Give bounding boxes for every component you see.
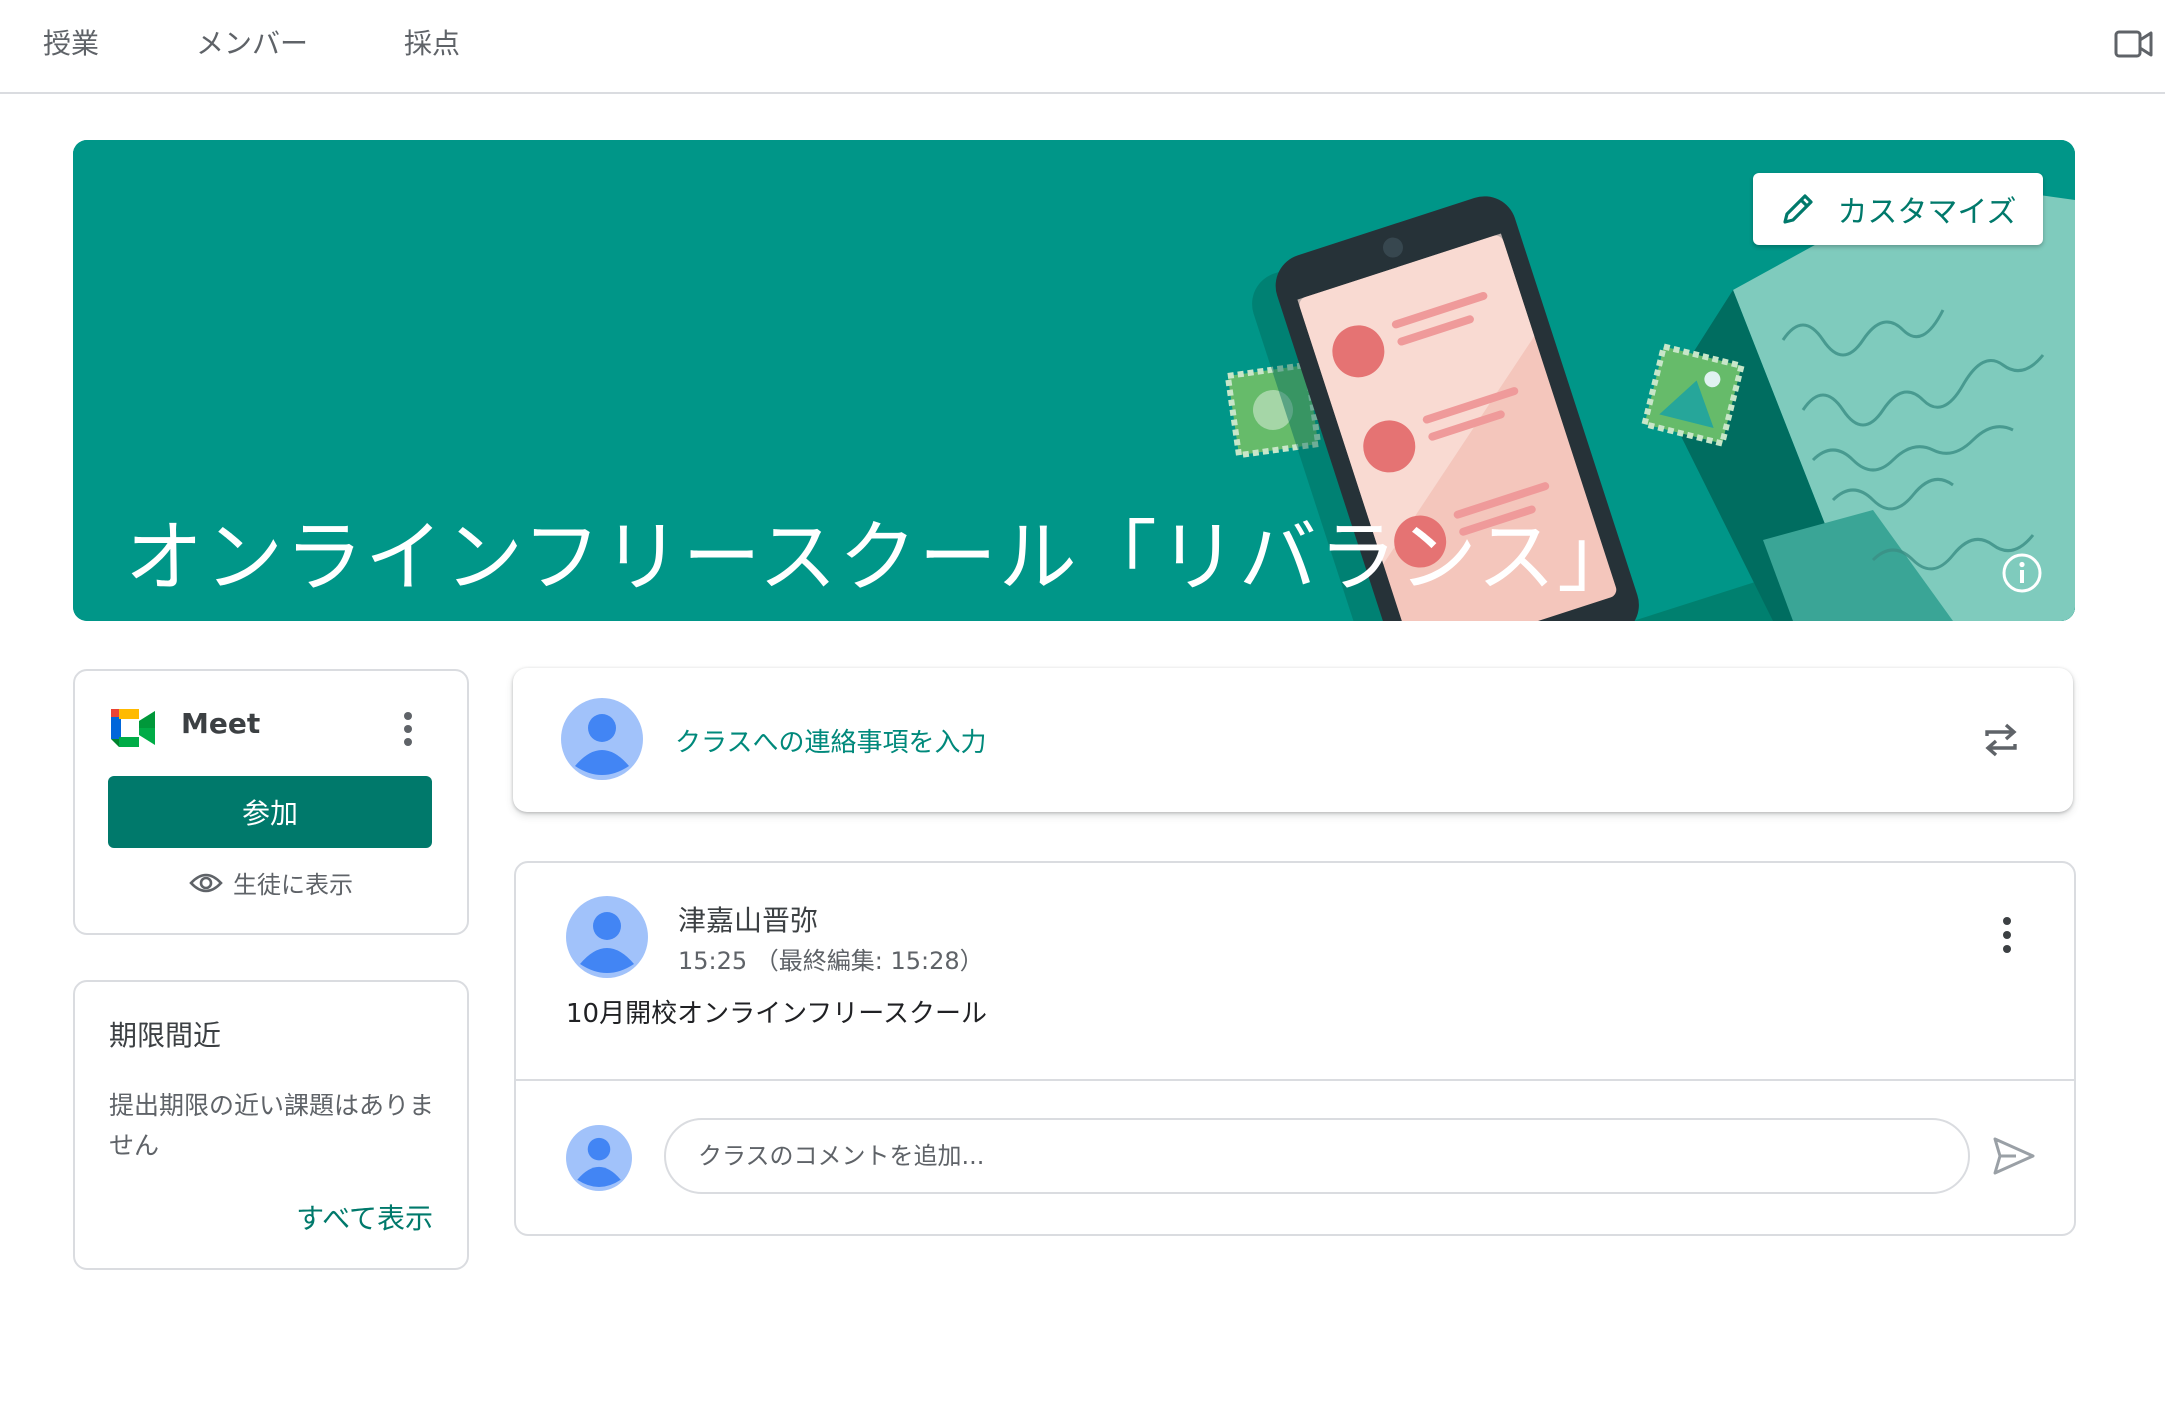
send-icon[interactable] [1992,1135,2036,1177]
class-title: オンラインフリースクール「リバランス」 [125,513,1638,603]
tab-members[interactable]: メンバー [196,22,308,66]
class-banner: オンラインフリースクール「リバランス」 カスタマイズ [73,140,2075,621]
meet-card: Meet 参加 生徒に表示 [73,669,469,935]
divider [516,1079,2074,1081]
top-nav: 授業 メンバー 採点 [0,0,2165,94]
post-author: 津嘉山晋弥 [678,904,819,937]
avatar [566,896,648,978]
upcoming-title: 期限間近 [109,1019,222,1052]
customize-label: カスタマイズ [1837,195,2017,230]
upcoming-card: 期限間近 提出期限の近い課題はありません すべて表示 [73,980,469,1270]
meet-label: Meet [181,707,261,740]
more-vert-icon[interactable] [393,709,423,749]
show-to-students-label: 生徒に表示 [233,871,353,899]
tab-classwork[interactable]: 授業 [43,22,99,66]
pencil-icon [1783,194,1814,224]
more-vert-icon[interactable] [1992,913,2022,957]
post-body: 10月開校オンラインフリースクール [566,999,988,1029]
comment-input[interactable] [664,1118,1970,1194]
info-icon[interactable] [1999,550,2045,596]
show-to-students-toggle[interactable]: 生徒に表示 [75,865,467,900]
announcement-composer[interactable]: クラスへの連絡事項を入力 [513,668,2073,812]
avatar [561,698,643,780]
post-card: 津嘉山晋弥 15:25 （最終編集: 15:28） 10月開校オンラインフリース… [514,861,2076,1236]
customize-button[interactable]: カスタマイズ [1753,173,2043,245]
post-timestamp: 15:25 （最終編集: 15:28） [678,947,984,975]
upcoming-empty-text: 提出期限の近い課題はありません [109,1091,435,1160]
repost-icon[interactable] [1979,718,2023,762]
announcement-placeholder: クラスへの連絡事項を入力 [675,728,987,758]
tab-grades[interactable]: 採点 [404,22,460,66]
join-button[interactable]: 参加 [108,776,432,848]
video-camera-icon[interactable] [2113,26,2153,62]
eye-icon [189,873,223,892]
google-meet-logo-icon [111,709,155,747]
view-all-link[interactable]: すべて表示 [296,1197,433,1237]
avatar [566,1125,632,1191]
